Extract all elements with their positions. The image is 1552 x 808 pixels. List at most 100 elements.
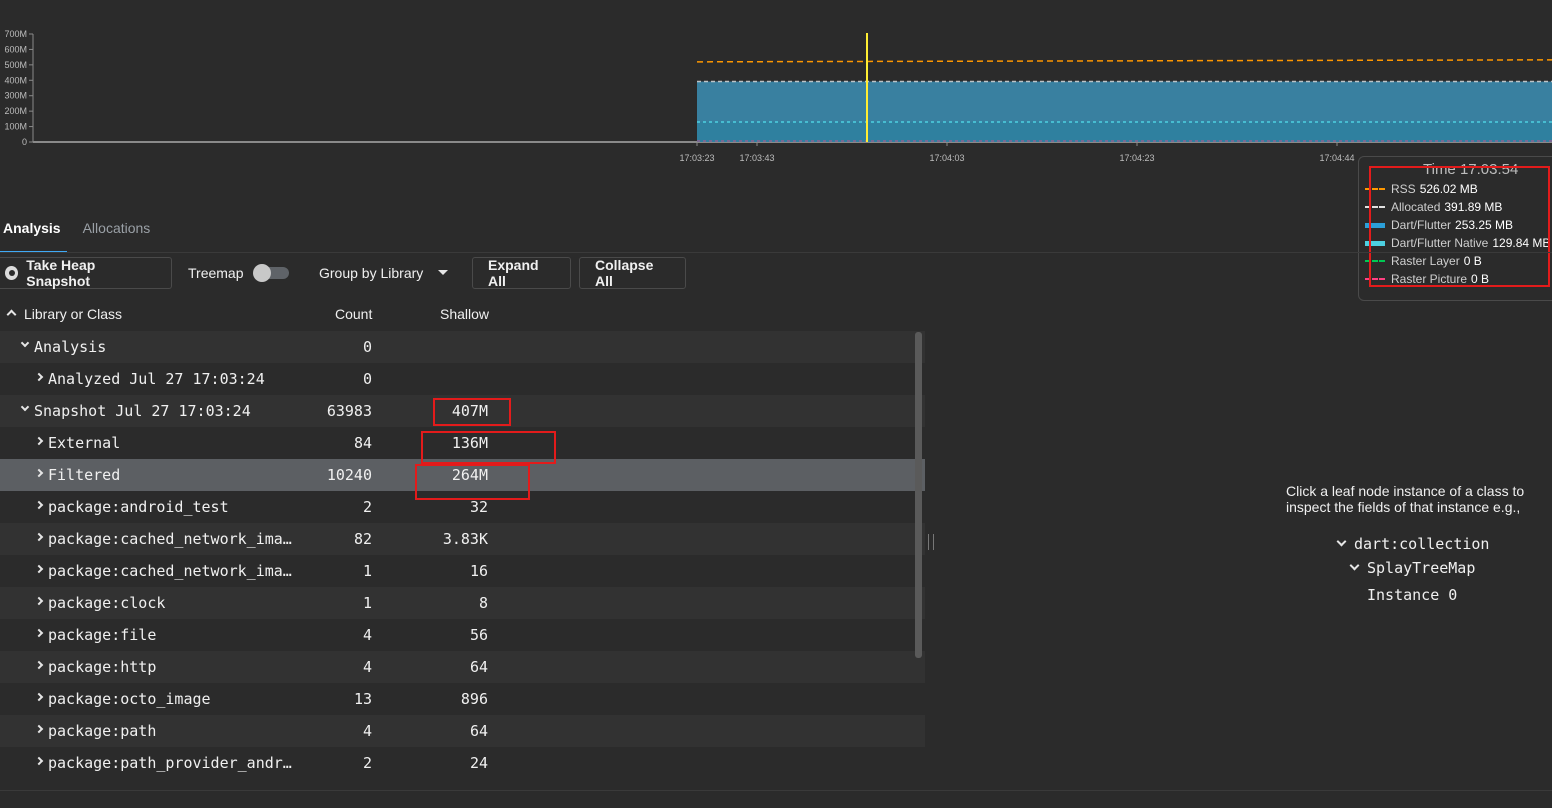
row-name: Snapshot Jul 27 17:03:24 <box>34 402 251 420</box>
row-name: package:path_provider_andr… <box>48 754 292 772</box>
row-name: package:path <box>48 722 157 740</box>
table-row[interactable]: Analyzed Jul 27 17:03:24 0 <box>0 363 925 395</box>
chevron-down-icon <box>1349 560 1360 571</box>
row-name: package:clock <box>48 594 166 612</box>
row-count: 4 <box>362 722 372 740</box>
treemap-label: Treemap <box>188 265 244 281</box>
row-name: package:cached_network_ima… <box>48 530 292 548</box>
take-heap-snapshot-button[interactable]: Take Heap Snapshot <box>0 257 172 289</box>
tab-divider <box>0 252 1552 253</box>
highlight-box-snapshot <box>433 398 511 426</box>
tab-analysis[interactable]: Analysis <box>0 210 67 253</box>
y-tick-label: 0 <box>22 137 27 147</box>
chevron-down-icon[interactable] <box>438 270 448 275</box>
table-row[interactable]: package:octo_image 13 896 <box>0 683 925 715</box>
row-shallow: 64 <box>469 658 488 676</box>
table-row[interactable]: package:path 4 64 <box>0 715 925 747</box>
group-by-select[interactable]: Group by Library <box>319 257 423 289</box>
chevron-right-icon[interactable] <box>34 756 44 766</box>
x-tick-label: 17:04:03 <box>929 153 964 163</box>
chevron-right-icon[interactable] <box>34 692 44 702</box>
row-count: 4 <box>362 626 372 644</box>
example-instance: Instance 0 <box>1367 586 1458 604</box>
row-name: package:file <box>48 626 157 644</box>
chevron-right-icon[interactable] <box>34 500 44 510</box>
row-count: 10240 <box>326 466 372 484</box>
row-count: 84 <box>353 434 372 452</box>
row-name: package:cached_network_ima… <box>48 562 292 580</box>
row-count: 1 <box>362 594 372 612</box>
table-row[interactable]: package:cached_network_ima… 1 16 <box>0 555 925 587</box>
table-header: Library or Class Count Shallow <box>0 298 925 331</box>
tab-bar: Analysis Allocations <box>0 210 169 253</box>
row-name: Filtered <box>48 466 121 484</box>
chevron-right-icon[interactable] <box>34 372 44 382</box>
chevron-right-icon[interactable] <box>34 564 44 574</box>
memory-chart[interactable]: 700M 600M 500M 400M 300M 200M 100M 0 17:03:23 17:… <box>0 0 1552 170</box>
example-class: SplayTreeMap <box>1367 559 1476 577</box>
y-tick-label: 500M <box>4 60 27 70</box>
row-name: package:octo_image <box>48 690 211 708</box>
highlight-box-external <box>421 431 556 464</box>
heap-table: Library or Class Count Shallow Analysis 0… <box>0 298 925 788</box>
expand-all-button[interactable]: Expand All <box>472 257 571 289</box>
row-shallow: 24 <box>469 754 488 772</box>
y-tick-label: 300M <box>4 91 27 101</box>
chevron-right-icon[interactable] <box>34 532 44 542</box>
column-header-count[interactable]: Count <box>335 306 372 322</box>
row-count: 0 <box>362 338 372 356</box>
row-shallow: 896 <box>460 690 488 708</box>
y-tick-label: 200M <box>4 106 27 116</box>
panel-splitter[interactable] <box>928 534 934 550</box>
table-row[interactable]: Analysis 0 <box>0 331 925 363</box>
chevron-right-icon[interactable] <box>34 724 44 734</box>
row-count: 2 <box>362 498 372 516</box>
chevron-right-icon[interactable] <box>34 628 44 638</box>
row-count: 1 <box>362 562 372 580</box>
chevron-right-icon[interactable] <box>34 468 44 478</box>
column-header-shallow[interactable]: Shallow <box>440 306 489 322</box>
column-header-name[interactable]: Library or Class <box>24 306 122 322</box>
chevron-right-icon[interactable] <box>34 660 44 670</box>
row-name: package:http <box>48 658 157 676</box>
x-tick-label: 17:04:23 <box>1119 153 1154 163</box>
row-shallow: 8 <box>478 594 488 612</box>
treemap-toggle[interactable] <box>253 264 291 282</box>
tab-allocations[interactable]: Allocations <box>80 210 154 253</box>
table-row[interactable]: package:file 4 56 <box>0 619 925 651</box>
row-count: 2 <box>362 754 372 772</box>
x-tick-label: 17:03:43 <box>739 153 774 163</box>
row-count: 4 <box>362 658 372 676</box>
row-count: 63983 <box>326 402 372 420</box>
row-name: Analyzed Jul 27 17:03:24 <box>48 370 265 388</box>
row-shallow: 64 <box>469 722 488 740</box>
table-row[interactable]: package:http 4 64 <box>0 651 925 683</box>
table-row[interactable]: package:path_provider_andr… 2 24 <box>0 747 925 779</box>
toggle-knob <box>253 264 271 282</box>
table-scrollbar[interactable] <box>915 332 922 658</box>
chevron-right-icon[interactable] <box>34 436 44 446</box>
chevron-right-icon[interactable] <box>34 596 44 606</box>
row-shallow: 56 <box>469 626 488 644</box>
row-count: 82 <box>353 530 372 548</box>
chevron-down-icon <box>1336 536 1347 547</box>
x-tick-label: 17:03:23 <box>679 153 714 163</box>
row-count: 0 <box>362 370 372 388</box>
status-bar <box>0 790 1552 808</box>
chevron-down-icon[interactable] <box>20 402 30 412</box>
table-row[interactable]: package:clock 1 8 <box>0 587 925 619</box>
camera-icon <box>5 266 19 280</box>
sort-ascending-icon[interactable] <box>6 309 17 320</box>
y-tick-label: 100M <box>4 122 27 132</box>
table-row[interactable]: package:cached_network_ima… 82 3.83K <box>0 523 925 555</box>
row-name: Analysis <box>34 338 107 356</box>
take-heap-snapshot-label: Take Heap Snapshot <box>26 257 96 289</box>
y-tick-label: 600M <box>4 44 27 54</box>
chevron-down-icon[interactable] <box>20 338 30 348</box>
example-library: dart:collection <box>1354 535 1490 553</box>
highlight-box-filtered <box>415 464 530 500</box>
x-tick-label: 17:04:44 <box>1319 153 1354 163</box>
row-name: package:android_test <box>48 498 229 516</box>
collapse-all-button[interactable]: Collapse All <box>579 257 686 289</box>
toolbar: Take Heap Snapshot Treemap Group by Libr… <box>0 257 1552 289</box>
